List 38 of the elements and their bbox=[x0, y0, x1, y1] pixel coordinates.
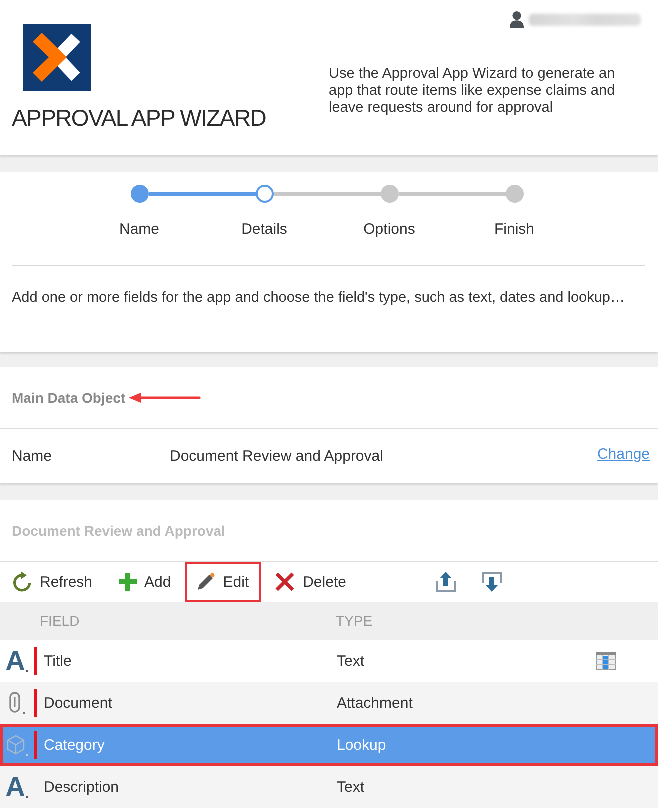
field-name-cell-text: Document bbox=[43, 694, 114, 712]
section-heading: Document Review and Approval bbox=[12, 522, 226, 538]
field-name-cell-text: Category bbox=[43, 736, 106, 754]
field-type-cell-text: Lookup bbox=[336, 736, 388, 754]
table-row[interactable]: Document Attachment bbox=[0, 682, 658, 724]
wizard-description: Use the Approval App Wizard to generate an app that route items like expense claims and leave requests around for approval bbox=[329, 66, 616, 117]
delete-icon bbox=[275, 572, 296, 592]
field-type-cell-text: Attachment bbox=[336, 694, 414, 712]
field-label: Name bbox=[12, 448, 54, 464]
instructions-text: Add one or more fields for the app and choose the field's type, such as text, dates and lookup… bbox=[12, 289, 626, 307]
step-label: Details bbox=[242, 221, 288, 239]
refresh-button[interactable]: Refresh bbox=[0, 562, 105, 602]
column-header: TYPE bbox=[336, 613, 374, 629]
edit-button[interactable]: Edit bbox=[185, 562, 262, 602]
column-header: FIELD bbox=[40, 613, 81, 629]
field-value: Document Review and Approval bbox=[170, 448, 384, 464]
step-label: Name bbox=[119, 221, 160, 239]
upload-icon bbox=[436, 572, 456, 592]
logo-icon bbox=[23, 24, 91, 91]
section-heading: Main Data Object bbox=[12, 390, 126, 406]
field-name-cell-text: Title bbox=[43, 652, 73, 670]
field-name-cell-text: Description bbox=[43, 778, 120, 796]
step-label: Options bbox=[364, 221, 416, 239]
refresh-icon bbox=[12, 571, 32, 593]
add-button[interactable]: Add bbox=[106, 562, 184, 602]
field-type-cell-text: Text bbox=[336, 778, 366, 796]
field-type-cell-text: Text bbox=[336, 652, 366, 670]
cube-icon bbox=[6, 734, 28, 756]
step-label: Finish bbox=[494, 221, 534, 239]
paperclip-icon bbox=[9, 692, 25, 714]
table-row[interactable]: A Title Text bbox=[0, 640, 658, 682]
plus-icon bbox=[118, 573, 137, 591]
user-icon bbox=[509, 11, 525, 28]
app-title: APPROVAL APP WIZARD bbox=[12, 104, 266, 132]
pencil-icon bbox=[197, 573, 216, 591]
download-icon bbox=[482, 572, 502, 592]
table-row[interactable]: A Description Text bbox=[0, 766, 658, 808]
delete-button[interactable]: Delete bbox=[263, 562, 358, 602]
